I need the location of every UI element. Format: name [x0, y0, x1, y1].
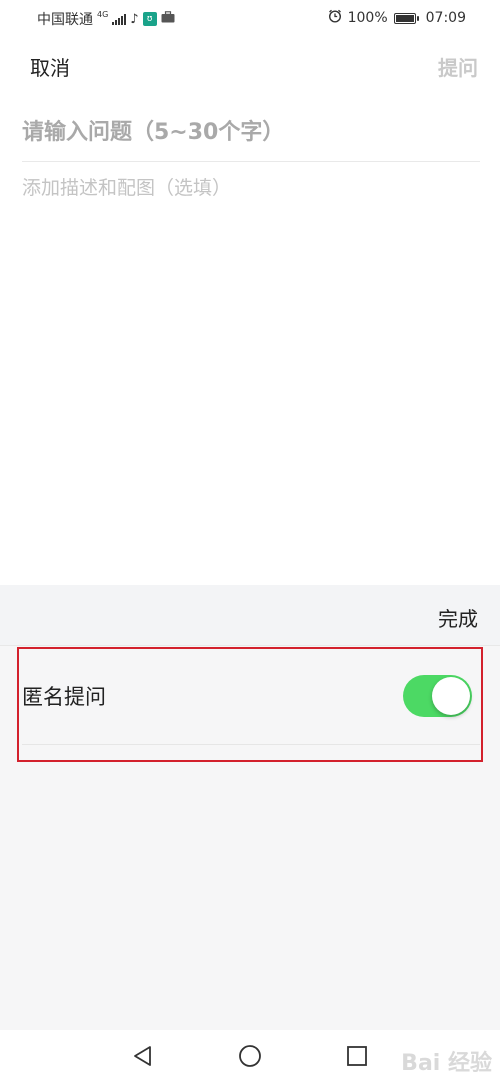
question-description-input[interactable]: [22, 173, 480, 533]
status-right: 100% 07:09: [328, 9, 466, 27]
header: 取消 提问: [0, 44, 500, 88]
baidu-watermark: Bai 经验: [401, 1051, 492, 1076]
clock: 07:09: [425, 10, 466, 26]
navigation-bar: Bai 经验: [0, 1030, 500, 1083]
question-title-input[interactable]: [22, 110, 480, 154]
back-icon[interactable]: [131, 1044, 155, 1072]
screen: 中国联通 4G ♪ ʊ 100% 07:09 取消 提问 请输入问题（5~30个…: [0, 0, 500, 1083]
network-type: 4G: [97, 10, 109, 19]
status-left: 中国联通 4G ♪ ʊ: [37, 9, 175, 29]
briefcase-icon: [161, 11, 175, 27]
anonymous-label: 匿名提问: [22, 685, 106, 709]
battery-icon: [393, 12, 419, 24]
options-panel: 完成 匿名提问: [0, 585, 500, 1030]
status-bar: 中国联通 4G ♪ ʊ 100% 07:09: [0, 0, 500, 34]
home-icon[interactable]: [238, 1044, 262, 1072]
anonymous-toggle[interactable]: [403, 675, 472, 717]
alarm-icon: [328, 9, 342, 27]
app-notification-icon: ʊ: [142, 12, 157, 26]
signal-icon: [112, 13, 127, 25]
carrier-name: 中国联通: [37, 12, 93, 28]
battery-percent: 100%: [347, 10, 388, 26]
cancel-button[interactable]: 取消: [30, 52, 70, 81]
toggle-knob: [432, 677, 470, 715]
title-divider: [22, 161, 480, 162]
row-divider: [22, 744, 480, 745]
ask-question-button[interactable]: 提问: [438, 52, 478, 81]
tiktok-icon: ♪: [130, 11, 139, 27]
anonymous-row: 匿名提问: [0, 647, 500, 742]
recent-apps-icon[interactable]: [345, 1044, 369, 1072]
done-button[interactable]: 完成: [438, 603, 478, 632]
panel-toolbar: 完成: [0, 585, 500, 646]
